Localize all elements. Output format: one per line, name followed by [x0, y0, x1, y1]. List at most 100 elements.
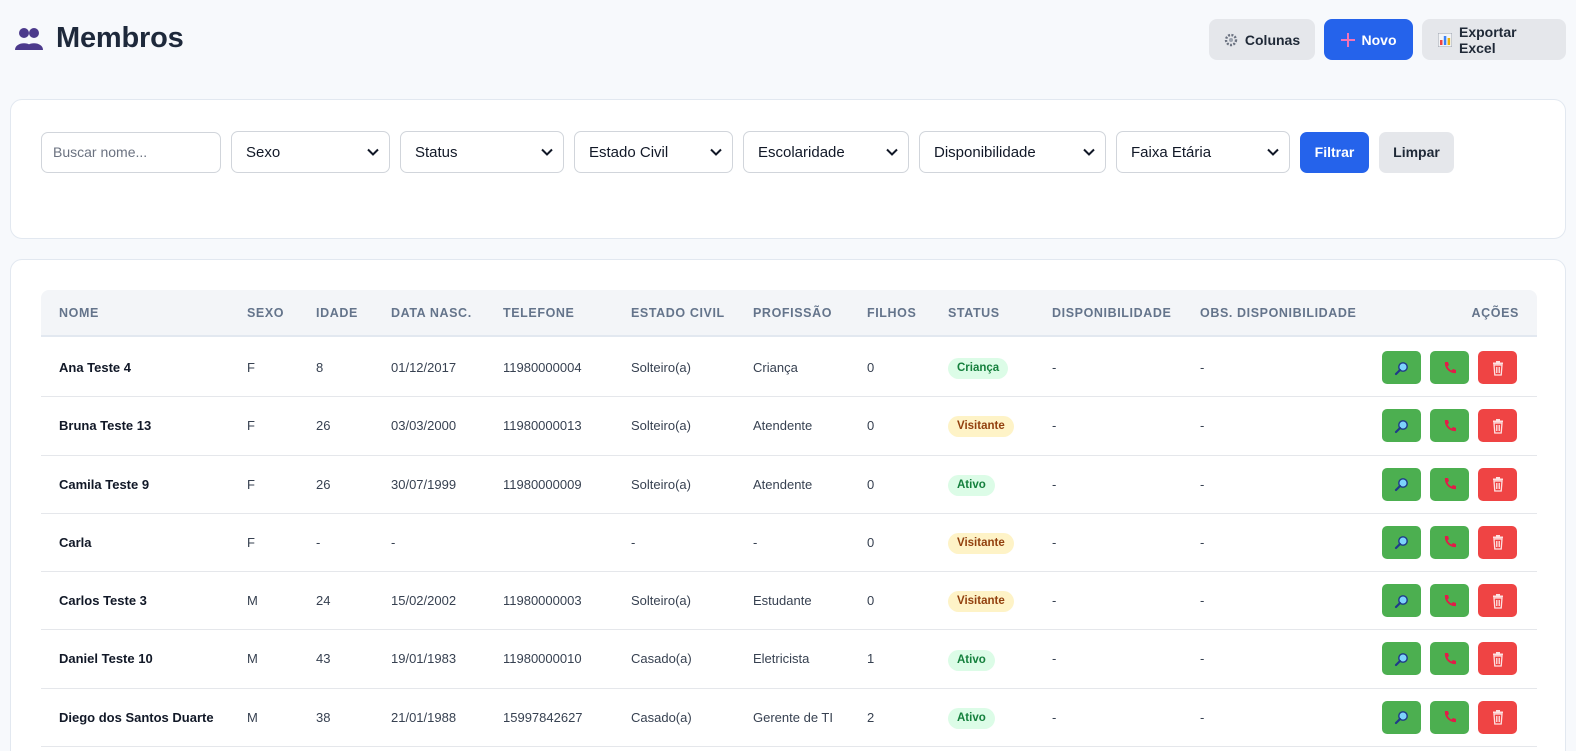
col-profissao[interactable]: PROFISSÃO	[753, 290, 832, 337]
estado-civil-select[interactable]: Estado Civil	[574, 131, 733, 173]
cell-obs-disponibilidade: -	[1200, 360, 1205, 375]
table-row: Carla F - - - - 0 Visitante - -	[41, 514, 1537, 573]
new-button[interactable]: Novo	[1324, 19, 1413, 60]
call-button[interactable]	[1430, 525, 1469, 559]
view-button[interactable]	[1382, 700, 1421, 734]
view-button[interactable]	[1382, 351, 1421, 384]
members-table-card: NOME SEXO IDADE DATA NASC. TELEFONE ESTA…	[10, 259, 1566, 751]
filter-button[interactable]: Filtrar	[1300, 131, 1369, 173]
call-button[interactable]	[1430, 642, 1469, 676]
cell-estado-civil: Solteiro(a)	[631, 418, 691, 434]
col-data-nasc[interactable]: DATA NASC.	[391, 290, 472, 337]
phone-icon	[1444, 419, 1456, 431]
view-button[interactable]	[1382, 409, 1421, 443]
chevron-down-icon	[1267, 148, 1279, 156]
col-status[interactable]: STATUS	[948, 290, 1000, 337]
view-button[interactable]	[1382, 584, 1421, 618]
trash-icon	[1492, 360, 1503, 376]
col-estado-civil[interactable]: ESTADO CIVIL	[631, 290, 725, 337]
col-disponibilidade[interactable]: DISPONIBILIDADE	[1052, 290, 1171, 337]
cell-sexo: M	[247, 651, 258, 667]
call-button[interactable]	[1430, 409, 1469, 443]
cell-filhos: 2	[867, 709, 875, 725]
table-row: Camila Teste 9 F 26 30/07/1999 119800000…	[41, 456, 1537, 514]
cell-filhos: 0	[867, 360, 875, 375]
call-button[interactable]	[1430, 351, 1469, 384]
status-badge: Ativo	[948, 649, 995, 671]
filter-card: Buscar nome... Sexo Status Estado Civil …	[10, 99, 1566, 239]
table-row: Ana Teste 4 F 8 01/12/2017 11980000004 S…	[41, 339, 1537, 398]
status-select[interactable]: Status	[400, 131, 564, 173]
cell-obs-disponibilidade: -	[1200, 534, 1205, 550]
status-badge: Ativo	[948, 474, 995, 496]
cell-idade: 8	[316, 360, 324, 375]
cell-sexo: F	[247, 418, 255, 434]
cell-disponibilidade: -	[1052, 651, 1057, 667]
cell-sexo: F	[247, 476, 255, 492]
cell-nome: Carla	[59, 534, 92, 550]
search-input[interactable]: Buscar nome...	[41, 131, 221, 173]
call-button[interactable]	[1430, 584, 1469, 618]
cell-idade: -	[316, 534, 321, 550]
trash-icon	[1492, 651, 1503, 667]
col-nome[interactable]: NOME	[59, 290, 99, 337]
disponibilidade-select[interactable]: Disponibilidade	[919, 131, 1106, 173]
col-obs-disponibilidade[interactable]: OBS. DISPONIBILIDADE	[1200, 290, 1356, 337]
trash-icon	[1492, 710, 1503, 725]
cell-filhos: 0	[867, 593, 875, 609]
table-row: Carlos Teste 3 M 24 15/02/2002 119800000…	[41, 572, 1537, 631]
escolaridade-select[interactable]: Escolaridade	[743, 131, 909, 173]
cell-telefone: 11980000004	[503, 360, 582, 375]
phone-icon	[1444, 652, 1456, 665]
delete-button[interactable]	[1478, 525, 1517, 559]
cell-telefone: 11980000009	[503, 476, 582, 492]
columns-button[interactable]: Colunas	[1209, 19, 1315, 60]
cell-profissao: Atendente	[753, 476, 813, 492]
search-placeholder: Buscar nome...	[53, 144, 148, 160]
row-actions	[1382, 351, 1517, 384]
view-button[interactable]	[1382, 642, 1421, 676]
delete-button[interactable]	[1478, 467, 1517, 501]
people-icon	[15, 27, 43, 50]
cell-estado-civil: Casado(a)	[631, 709, 692, 725]
row-actions	[1382, 642, 1517, 676]
sexo-select[interactable]: Sexo	[231, 131, 390, 173]
escolaridade-select-value: Escolaridade	[758, 143, 845, 161]
delete-button[interactable]	[1478, 700, 1517, 734]
cell-telefone: 15997842627	[503, 709, 583, 725]
phone-icon	[1444, 711, 1456, 723]
cell-data-nasc: 19/01/1983	[391, 651, 457, 667]
search-icon	[1394, 419, 1408, 433]
cell-data-nasc: 15/02/2002	[391, 593, 457, 609]
faixa-etaria-select[interactable]: Faixa Etária	[1116, 131, 1290, 173]
chevron-down-icon	[1083, 148, 1095, 156]
view-button[interactable]	[1382, 525, 1421, 559]
trash-icon	[1492, 477, 1503, 492]
call-button[interactable]	[1430, 467, 1469, 501]
cell-status: Criança	[948, 339, 1009, 397]
faixa-etaria-select-value: Faixa Etária	[1131, 143, 1212, 161]
export-excel-button[interactable]: Exportar Excel	[1422, 19, 1566, 60]
export-label: Exportar Excel	[1459, 23, 1517, 56]
col-filhos[interactable]: FILHOS	[867, 290, 916, 337]
clear-button[interactable]: Limpar	[1379, 131, 1454, 173]
row-actions	[1382, 525, 1517, 559]
delete-button[interactable]	[1478, 584, 1517, 618]
view-button[interactable]	[1382, 467, 1421, 501]
cell-nome: Daniel Teste 10	[59, 651, 153, 667]
col-telefone[interactable]: TELEFONE	[503, 290, 574, 337]
delete-button[interactable]	[1478, 351, 1517, 384]
cell-nome: Diego dos Santos Duarte	[59, 709, 214, 725]
call-button[interactable]	[1430, 700, 1469, 734]
col-idade[interactable]: IDADE	[316, 290, 358, 337]
phone-icon	[1444, 536, 1456, 548]
cell-disponibilidade: -	[1052, 593, 1057, 609]
delete-button[interactable]	[1478, 409, 1517, 443]
cell-data-nasc: -	[391, 534, 396, 550]
col-sexo[interactable]: SEXO	[247, 290, 284, 337]
plus-icon	[1340, 32, 1355, 47]
delete-button[interactable]	[1478, 642, 1517, 676]
cell-estado-civil: Solteiro(a)	[631, 360, 691, 375]
search-icon	[1394, 653, 1408, 667]
trash-icon	[1492, 418, 1503, 434]
